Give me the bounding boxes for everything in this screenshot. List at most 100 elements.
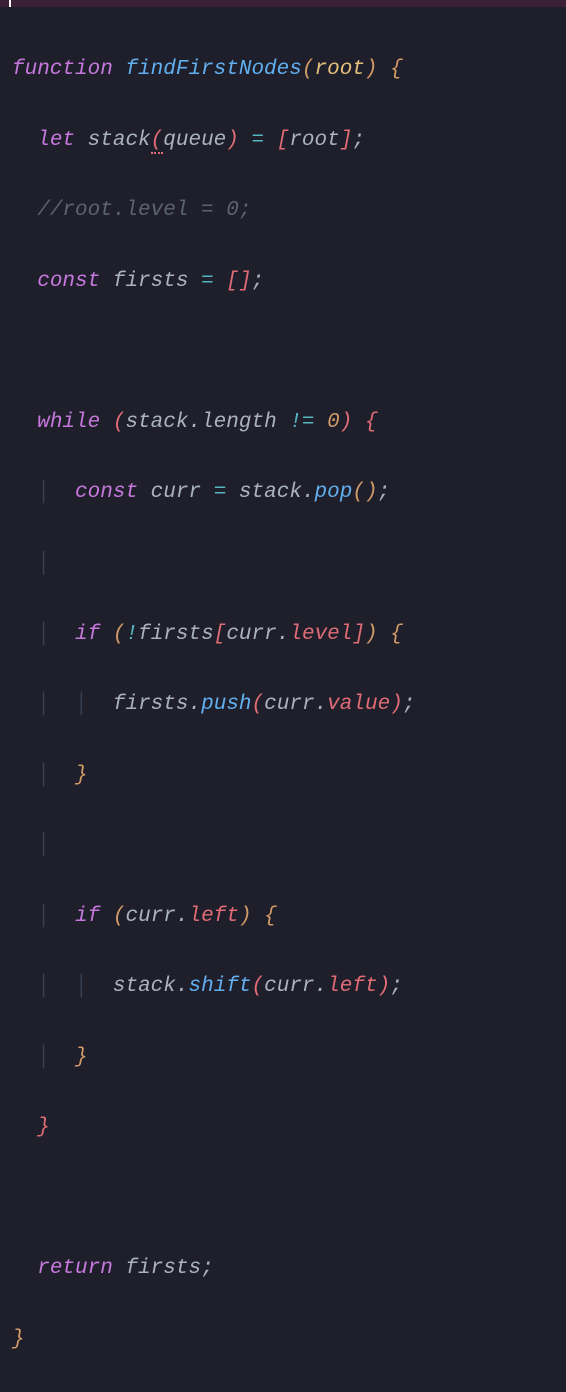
bracket-close: ]: [239, 270, 252, 293]
prop-value: value: [327, 693, 390, 716]
brace-close: }: [37, 1116, 50, 1139]
keyword-let: let: [37, 129, 75, 152]
op-not: !: [125, 623, 138, 646]
dot: .: [176, 905, 189, 928]
brace-open: {: [365, 411, 378, 434]
indent-guide: │: [75, 975, 88, 998]
keyword-while: while: [37, 411, 100, 434]
indent-guide: │: [37, 623, 50, 646]
code-line[interactable]: │ │ stack.shift(curr.left);: [12, 969, 554, 1004]
code-line[interactable]: let stack(queue) = [root];: [12, 123, 554, 158]
paren-open: (: [252, 693, 265, 716]
paren-open: (: [302, 58, 315, 81]
code-line[interactable]: │ const curr = stack.pop();: [12, 475, 554, 510]
id-queue: queue: [163, 129, 226, 152]
semicolon: ;: [352, 129, 365, 152]
code-line[interactable]: }: [12, 1322, 554, 1357]
paren-close: ): [239, 905, 252, 928]
brace-open: {: [390, 623, 403, 646]
dot: .: [315, 975, 328, 998]
paren-close: ): [390, 693, 403, 716]
semicolon: ;: [252, 270, 265, 293]
brace-open: {: [264, 905, 277, 928]
blank-line[interactable]: │: [12, 828, 554, 863]
brace-close: }: [75, 764, 88, 787]
op-assign: =: [201, 270, 214, 293]
id-curr: curr: [226, 623, 276, 646]
prop-length: length: [201, 411, 277, 434]
id-curr: curr: [264, 975, 314, 998]
semicolon: ;: [403, 693, 416, 716]
code-line[interactable]: │ │ firsts.push(curr.value);: [12, 687, 554, 722]
fn-push: push: [201, 693, 251, 716]
title-bar: [0, 0, 566, 7]
indent-guide: │: [37, 481, 50, 504]
param-root: root: [314, 58, 364, 81]
code-line[interactable]: function findFirstNodes(root) {: [12, 52, 554, 87]
keyword-function: function: [12, 58, 113, 81]
semicolon: ;: [201, 1257, 214, 1280]
id-stack: stack: [125, 411, 188, 434]
code-line[interactable]: │ if (curr.left) {: [12, 899, 554, 934]
semicolon: ;: [378, 481, 391, 504]
id-curr: curr: [125, 905, 175, 928]
keyword-if: if: [75, 623, 100, 646]
comment: //root.level = 0;: [37, 199, 251, 222]
op-assign: =: [252, 129, 265, 152]
dot: .: [302, 481, 315, 504]
paren-close: ): [365, 481, 378, 504]
brace-close: }: [75, 1046, 88, 1069]
code-line[interactable]: │ }: [12, 1040, 554, 1075]
code-line[interactable]: │ }: [12, 758, 554, 793]
op-neq: !=: [289, 411, 314, 434]
fn-shift: shift: [189, 975, 252, 998]
id-root: root: [289, 129, 339, 152]
dot: .: [189, 693, 202, 716]
paren-close: ): [226, 129, 239, 152]
indent-guide: │: [37, 975, 50, 998]
id-stack: stack: [113, 975, 176, 998]
dot: .: [188, 411, 201, 434]
id-firsts: firsts: [113, 270, 189, 293]
bracket-open: [: [226, 270, 239, 293]
code-line[interactable]: while (stack.length != 0) {: [12, 405, 554, 440]
bracket-open: [: [214, 623, 227, 646]
id-stack: stack: [88, 129, 151, 152]
paren-open: (: [352, 481, 365, 504]
blank-line[interactable]: [12, 1181, 554, 1216]
id-firsts: firsts: [125, 1257, 201, 1280]
blank-line[interactable]: │: [12, 546, 554, 581]
fn-pop: pop: [315, 481, 353, 504]
id-curr: curr: [264, 693, 314, 716]
keyword-const: const: [75, 481, 138, 504]
code-line[interactable]: }: [12, 1110, 554, 1145]
indent-guide: │: [37, 905, 50, 928]
text-cursor: [9, 0, 11, 7]
brace-close: }: [12, 1328, 25, 1351]
dot: .: [315, 693, 328, 716]
indent-guide: │: [37, 1046, 50, 1069]
prop-left: left: [189, 905, 239, 928]
blank-line[interactable]: [12, 334, 554, 369]
code-line[interactable]: const firsts = [];: [12, 264, 554, 299]
indent-guide: │: [37, 834, 50, 857]
paren-open: (: [252, 975, 265, 998]
id-firsts: firsts: [138, 623, 214, 646]
id-firsts: firsts: [113, 693, 189, 716]
paren-close: ): [365, 58, 378, 81]
brace-open: {: [390, 58, 403, 81]
keyword-const: const: [37, 270, 100, 293]
indent-guide: │: [37, 552, 50, 575]
code-editor[interactable]: function findFirstNodes(root) { let stac…: [0, 7, 566, 1392]
indent-guide: │: [75, 693, 88, 716]
code-line[interactable]: //root.level = 0;: [12, 193, 554, 228]
id-stack: stack: [239, 481, 302, 504]
paren-open-error: (: [151, 129, 164, 154]
code-line[interactable]: │ if (!firsts[curr.level]) {: [12, 617, 554, 652]
bracket-open: [: [277, 129, 290, 152]
paren-open: (: [113, 623, 126, 646]
paren-open: (: [113, 411, 126, 434]
dot: .: [277, 623, 290, 646]
dot: .: [176, 975, 189, 998]
code-line[interactable]: return firsts;: [12, 1251, 554, 1286]
